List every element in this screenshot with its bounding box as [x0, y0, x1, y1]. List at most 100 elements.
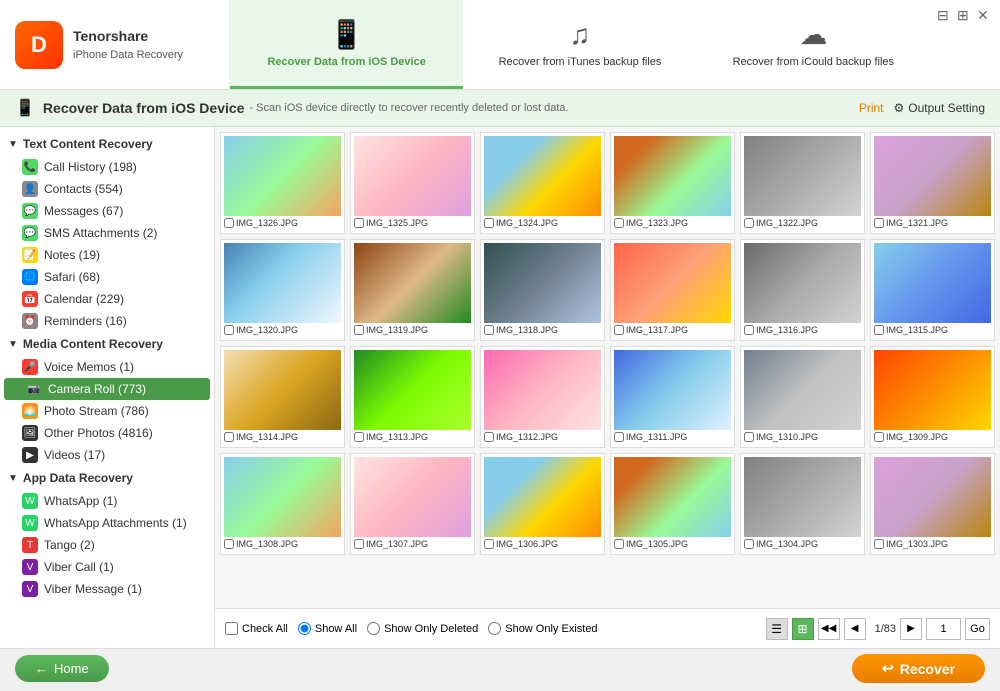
nav-tabs: 📱 Recover Data from iOS Device ♫ Recover…: [230, 0, 930, 89]
photo-checkbox[interactable]: [354, 432, 364, 442]
photo-checkbox[interactable]: [744, 218, 754, 228]
tab-itunes-backup[interactable]: ♫ Recover from iTunes backup files: [463, 0, 696, 89]
photo-item[interactable]: IMG_1324.JPG: [480, 132, 605, 234]
show-only-existed-label[interactable]: Show Only Existed: [488, 622, 597, 635]
forward-nav-button[interactable]: ▶: [900, 618, 922, 640]
photo-item[interactable]: IMG_1325.JPG: [350, 132, 475, 234]
photo-item[interactable]: IMG_1326.JPG: [220, 132, 345, 234]
photo-checkbox[interactable]: [354, 539, 364, 549]
page-number-input[interactable]: [926, 618, 961, 640]
photo-checkbox[interactable]: [224, 325, 234, 335]
photo-filename: IMG_1309.JPG: [886, 432, 948, 442]
text-content-recovery-header[interactable]: ▼ Text Content Recovery: [0, 132, 214, 156]
sidebar-item-viber-call[interactable]: V Viber Call (1): [0, 556, 214, 578]
photo-item[interactable]: IMG_1318.JPG: [480, 239, 605, 341]
list-view-button[interactable]: ☰: [766, 618, 788, 640]
photo-checkbox[interactable]: [224, 218, 234, 228]
viber-call-label: Viber Call (1): [44, 560, 114, 574]
photo-item[interactable]: IMG_1304.JPG: [740, 453, 865, 555]
sidebar-item-messages[interactable]: 💬 Messages (67): [0, 200, 214, 222]
sidebar-item-viber-message[interactable]: V Viber Message (1): [0, 578, 214, 600]
photo-item[interactable]: IMG_1319.JPG: [350, 239, 475, 341]
sidebar-item-notes[interactable]: 📝 Notes (19): [0, 244, 214, 266]
photo-thumbnail: [224, 457, 341, 537]
photo-checkbox[interactable]: [614, 432, 624, 442]
photo-checkbox[interactable]: [354, 325, 364, 335]
show-all-label[interactable]: Show All: [298, 622, 357, 635]
photo-item[interactable]: IMG_1317.JPG: [610, 239, 735, 341]
photo-checkbox[interactable]: [484, 325, 494, 335]
check-all-text: Check All: [242, 623, 288, 635]
photo-item[interactable]: IMG_1309.JPG: [870, 346, 995, 448]
photo-checkbox[interactable]: [874, 432, 884, 442]
photo-item[interactable]: IMG_1308.JPG: [220, 453, 345, 555]
sidebar-item-reminders[interactable]: ⏰ Reminders (16): [0, 310, 214, 332]
photo-checkbox[interactable]: [874, 218, 884, 228]
tab-icloud-backup[interactable]: ☁ Recover from iCould backup files: [697, 0, 930, 89]
photo-item[interactable]: IMG_1320.JPG: [220, 239, 345, 341]
sidebar-item-whatsapp-attachments[interactable]: W WhatsApp Attachments (1): [0, 512, 214, 534]
photo-item[interactable]: IMG_1323.JPG: [610, 132, 735, 234]
photo-checkbox[interactable]: [744, 539, 754, 549]
photo-item[interactable]: IMG_1315.JPG: [870, 239, 995, 341]
prev-page-button[interactable]: ◀◀: [818, 618, 840, 640]
photo-item[interactable]: IMG_1321.JPG: [870, 132, 995, 234]
go-button[interactable]: Go: [965, 618, 990, 640]
close-icon[interactable]: ✕: [977, 7, 993, 23]
photo-item[interactable]: IMG_1314.JPG: [220, 346, 345, 448]
check-all-label[interactable]: Check All: [225, 622, 288, 635]
photo-item[interactable]: IMG_1303.JPG: [870, 453, 995, 555]
photo-checkbox[interactable]: [224, 432, 234, 442]
sidebar-item-contacts[interactable]: 👤 Contacts (554): [0, 178, 214, 200]
photo-checkbox[interactable]: [614, 218, 624, 228]
photo-item[interactable]: IMG_1310.JPG: [740, 346, 865, 448]
photo-item[interactable]: IMG_1307.JPG: [350, 453, 475, 555]
photo-checkbox[interactable]: [224, 539, 234, 549]
next-nav-button[interactable]: ◀: [844, 618, 866, 640]
sidebar-item-photo-stream[interactable]: 🌅 Photo Stream (786): [0, 400, 214, 422]
photo-checkbox[interactable]: [354, 218, 364, 228]
show-only-existed-radio[interactable]: [488, 622, 501, 635]
sidebar-item-other-photos[interactable]: 🖼 Other Photos (4816): [0, 422, 214, 444]
output-setting-button[interactable]: ⚙ Output Setting: [894, 101, 985, 115]
sidebar-item-calendar[interactable]: 📅 Calendar (229): [0, 288, 214, 310]
sidebar-item-tango[interactable]: T Tango (2): [0, 534, 214, 556]
photo-checkbox[interactable]: [614, 539, 624, 549]
recover-label: Recover: [900, 661, 955, 677]
photo-item[interactable]: IMG_1305.JPG: [610, 453, 735, 555]
home-button[interactable]: ← Home: [15, 655, 109, 682]
photo-checkbox[interactable]: [484, 218, 494, 228]
sidebar-item-call-history[interactable]: 📞 Call History (198): [0, 156, 214, 178]
sidebar-item-safari[interactable]: 🌐 Safari (68): [0, 266, 214, 288]
minimize-icon[interactable]: ⊟: [937, 7, 953, 23]
check-all-checkbox[interactable]: [225, 622, 238, 635]
photo-item[interactable]: IMG_1313.JPG: [350, 346, 475, 448]
photo-item[interactable]: IMG_1322.JPG: [740, 132, 865, 234]
photo-checkbox[interactable]: [744, 432, 754, 442]
tab-ios-device[interactable]: 📱 Recover Data from iOS Device: [230, 0, 463, 89]
photo-checkbox[interactable]: [874, 539, 884, 549]
photo-checkbox[interactable]: [484, 539, 494, 549]
maximize-icon[interactable]: ⊞: [957, 7, 973, 23]
media-content-recovery-header[interactable]: ▼ Media Content Recovery: [0, 332, 214, 356]
photo-checkbox[interactable]: [484, 432, 494, 442]
photo-checkbox[interactable]: [614, 325, 624, 335]
sidebar-item-voice-memos[interactable]: 🎤 Voice Memos (1): [0, 356, 214, 378]
sidebar-item-sms-attachments[interactable]: 💬 SMS Attachments (2): [0, 222, 214, 244]
photo-item[interactable]: IMG_1312.JPG: [480, 346, 605, 448]
sidebar-item-whatsapp[interactable]: W WhatsApp (1): [0, 490, 214, 512]
print-button[interactable]: Print: [859, 101, 884, 115]
photo-item[interactable]: IMG_1316.JPG: [740, 239, 865, 341]
photo-item[interactable]: IMG_1311.JPG: [610, 346, 735, 448]
photo-checkbox[interactable]: [874, 325, 884, 335]
photo-checkbox[interactable]: [744, 325, 754, 335]
app-data-recovery-header[interactable]: ▼ App Data Recovery: [0, 466, 214, 490]
show-all-radio[interactable]: [298, 622, 311, 635]
photo-item[interactable]: IMG_1306.JPG: [480, 453, 605, 555]
show-only-deleted-label[interactable]: Show Only Deleted: [367, 622, 478, 635]
recover-button[interactable]: ↩ Recover: [852, 654, 985, 683]
sidebar-item-camera-roll[interactable]: 📷 Camera Roll (773): [4, 378, 210, 400]
sidebar-item-videos[interactable]: ▶ Videos (17): [0, 444, 214, 466]
grid-view-button[interactable]: ⊞: [792, 618, 814, 640]
show-only-deleted-radio[interactable]: [367, 622, 380, 635]
